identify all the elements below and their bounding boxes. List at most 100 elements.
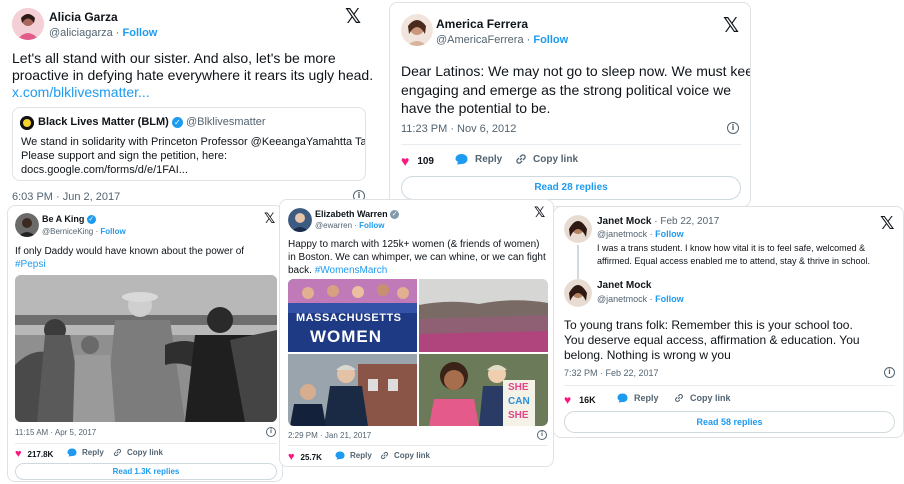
tweet-card-be-a-king[interactable]: Be A King ✓ @BerniceKing · Follow 𝕏 If o… bbox=[7, 205, 283, 482]
handle-text[interactable]: @AmericaFerrera bbox=[436, 34, 524, 46]
reply-button[interactable]: Reply bbox=[67, 448, 104, 457]
avatar[interactable] bbox=[15, 213, 39, 237]
tweet-link[interactable]: x.com/blklivesmatter... bbox=[12, 84, 150, 100]
quote-name-text[interactable]: Black Lives Matter (BLM) bbox=[38, 116, 169, 128]
reply-button[interactable]: Reply bbox=[617, 393, 659, 403]
timestamp[interactable]: 7:32 PM · Feb 22, 2017 bbox=[564, 368, 659, 378]
tweet-card-janet-mock[interactable]: Janet Mock · Feb 22, 2017 @janetmock · F… bbox=[553, 206, 904, 438]
author-handle: @janetmock · Follow bbox=[597, 294, 684, 304]
photo-4[interactable]: SHE CAN SHE bbox=[419, 354, 548, 426]
avatar[interactable] bbox=[401, 14, 433, 46]
author-name: Elizabeth Warren ✓ bbox=[315, 209, 400, 220]
like-button[interactable]: ♥ 217.8K bbox=[15, 448, 53, 460]
heart-icon: ♥ bbox=[564, 393, 572, 407]
reply-bubble-icon bbox=[455, 154, 468, 165]
read-replies-button[interactable]: Read 28 replies bbox=[401, 176, 741, 200]
speaker-image bbox=[288, 354, 417, 426]
follow-button[interactable]: Follow bbox=[359, 221, 384, 230]
follow-button[interactable]: Follow bbox=[123, 27, 158, 39]
timestamp[interactable]: 11:23 PM · Nov 6, 2012 bbox=[401, 123, 516, 135]
x-logo-icon[interactable]: 𝕏 bbox=[264, 211, 275, 227]
avatar-image bbox=[401, 14, 433, 46]
tweet-photo[interactable] bbox=[15, 275, 277, 422]
follow-button[interactable]: Follow bbox=[533, 34, 568, 46]
parent-avatar[interactable] bbox=[564, 215, 592, 243]
handle-text[interactable]: @BerniceKing bbox=[42, 227, 93, 236]
handle-text[interactable]: @janetmock bbox=[597, 294, 647, 304]
link-icon bbox=[380, 451, 389, 460]
reply-button[interactable]: Reply bbox=[335, 451, 372, 460]
read-replies-button[interactable]: Read 1.3K replies bbox=[15, 463, 277, 480]
parent-author: Janet Mock · Feb 22, 2017 bbox=[597, 216, 719, 227]
x-logo-icon[interactable]: 𝕏 bbox=[534, 205, 545, 221]
quote-avatar[interactable] bbox=[20, 116, 34, 130]
protest-photo-image bbox=[15, 275, 277, 422]
avatar[interactable] bbox=[564, 279, 592, 307]
handle-text[interactable]: @janetmock bbox=[597, 229, 647, 239]
like-button[interactable]: ♥ 25.7K bbox=[288, 451, 322, 463]
parent-date[interactable]: · Feb 22, 2017 bbox=[654, 216, 719, 227]
reply-label: Reply bbox=[475, 153, 503, 165]
tweet-card-alicia-garza[interactable]: Alicia Garza @aliciagarza · Follow 𝕏 Let… bbox=[1, 0, 375, 212]
verified-badge-icon: ✓ bbox=[86, 215, 96, 225]
x-logo-icon[interactable]: 𝕏 bbox=[880, 213, 895, 234]
avatar[interactable] bbox=[288, 208, 312, 232]
thread-line bbox=[577, 245, 579, 279]
like-count: 16K bbox=[579, 395, 596, 405]
tweet-card-america-ferrera[interactable]: America Ferrera @AmericaFerrera · Follow… bbox=[389, 2, 751, 207]
like-button[interactable]: ♥ 109 bbox=[401, 153, 434, 169]
copy-link-label: Copy link bbox=[690, 393, 731, 403]
tweet-text-line-1: Happy to march with 125k+ women (& frien… bbox=[288, 239, 540, 250]
copy-link-button[interactable]: Copy link bbox=[113, 448, 163, 457]
link-icon bbox=[113, 448, 122, 457]
copy-link-button[interactable]: Copy link bbox=[515, 153, 578, 165]
sign-she: SHE bbox=[508, 382, 529, 393]
name-text[interactable]: Elizabeth Warren bbox=[315, 209, 388, 219]
tweet-card-elizabeth-warren[interactable]: Elizabeth Warren ✓ @ewarren · Follow 𝕏 H… bbox=[279, 199, 554, 467]
info-icon[interactable]: i bbox=[884, 367, 895, 378]
tweet-text-line-1: To young trans folk: Remember this is yo… bbox=[564, 318, 853, 332]
info-icon[interactable]: i bbox=[727, 122, 739, 134]
author-name[interactable]: Janet Mock bbox=[597, 280, 651, 291]
timestamp[interactable]: 6:03 PM · Jun 2, 2017 bbox=[12, 191, 120, 203]
sign-women: WOMEN bbox=[310, 327, 383, 346]
reply-button[interactable]: Reply bbox=[455, 153, 502, 165]
x-logo-icon[interactable]: 𝕏 bbox=[345, 4, 361, 28]
sign-massachusetts: MASSACHUSETTS bbox=[296, 312, 402, 324]
copy-link-button[interactable]: Copy link bbox=[380, 451, 430, 460]
quote-author-name: Black Lives Matter (BLM) ✓ @Blklivesmatt… bbox=[38, 116, 266, 128]
quote-handle[interactable]: @Blklivesmatter bbox=[186, 116, 266, 128]
follow-button[interactable]: Follow bbox=[655, 294, 684, 304]
like-button[interactable]: ♥ 16K bbox=[564, 393, 596, 407]
quoted-tweet[interactable]: Black Lives Matter (BLM) ✓ @Blklivesmatt… bbox=[12, 107, 366, 181]
name-text[interactable]: Be A King bbox=[42, 214, 84, 224]
timestamp[interactable]: 11:15 AM · Apr 5, 2017 bbox=[15, 428, 96, 437]
info-icon[interactable]: i bbox=[537, 430, 547, 440]
tweet-text-line-2: proactive in defying hate everywhere it … bbox=[12, 67, 374, 83]
handle-text[interactable]: @aliciagarza bbox=[49, 27, 113, 39]
name-text[interactable]: Janet Mock bbox=[597, 216, 651, 227]
tweet-text-line-2: You deserve equal access, affirmation & … bbox=[564, 333, 860, 347]
avatar-image bbox=[15, 213, 39, 237]
tweet-text-line-1: Let's all stand with our sister. And als… bbox=[12, 50, 336, 66]
photo-3[interactable] bbox=[288, 354, 417, 426]
photo-2[interactable] bbox=[419, 279, 548, 352]
hashtag-link[interactable]: #Pepsi bbox=[15, 259, 46, 270]
parent-text-line-1: I was a trans student. I know how vital … bbox=[597, 243, 866, 253]
follow-button[interactable]: Follow bbox=[100, 227, 125, 236]
avatar[interactable] bbox=[12, 8, 44, 40]
sign-she-2: SHE bbox=[508, 410, 529, 421]
read-replies-button[interactable]: Read 58 replies bbox=[564, 411, 895, 433]
info-icon[interactable]: i bbox=[266, 427, 276, 437]
follow-button[interactable]: Follow bbox=[655, 229, 684, 239]
copy-link-button[interactable]: Copy link bbox=[674, 393, 731, 403]
author-name[interactable]: America Ferrera bbox=[436, 17, 528, 31]
x-logo-icon[interactable]: 𝕏 bbox=[723, 13, 739, 37]
hashtag-link[interactable]: #WomensMarch bbox=[315, 265, 388, 276]
handle-text[interactable]: @ewarren bbox=[315, 221, 352, 230]
photo-1[interactable]: MASSACHUSETTS WOMEN bbox=[288, 279, 417, 352]
author-name[interactable]: Alicia Garza bbox=[49, 10, 118, 24]
timestamp[interactable]: 2:29 PM · Jan 21, 2017 bbox=[288, 431, 371, 440]
verified-badge-icon: ✓ bbox=[390, 210, 400, 220]
link-icon bbox=[516, 154, 526, 164]
